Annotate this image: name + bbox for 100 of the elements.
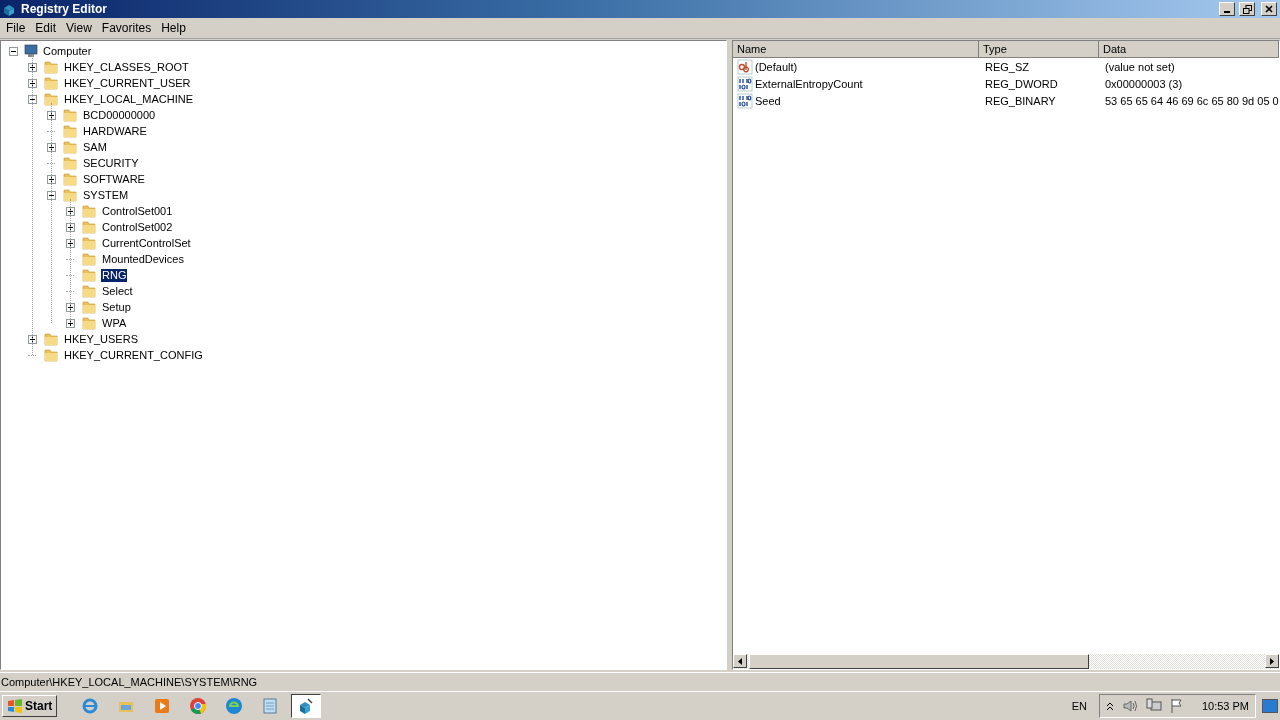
window-title: Registry Editor — [21, 2, 108, 16]
binary-value-icon — [737, 75, 753, 92]
tree-item[interactable]: ControlSet001 — [101, 204, 174, 218]
chrome-icon — [189, 697, 208, 715]
restore-button[interactable] — [1239, 2, 1255, 16]
start-button[interactable]: Start — [2, 695, 58, 717]
folder-icon — [43, 347, 59, 363]
left-arrow-icon — [738, 657, 742, 665]
language-indicator[interactable]: EN — [1071, 700, 1087, 712]
folder-icon — [81, 299, 97, 315]
expand-icon[interactable] — [28, 78, 37, 88]
scroll-left-button[interactable] — [733, 654, 747, 668]
tree-item[interactable]: WPA — [101, 316, 128, 330]
scroll-thumb[interactable] — [749, 654, 1089, 669]
value-type: REG_DWORD — [985, 77, 1058, 90]
chevron-up-icon[interactable] — [1105, 701, 1114, 711]
collapse-icon[interactable] — [47, 190, 56, 200]
scroll-right-button[interactable] — [1265, 654, 1279, 668]
folder-icon — [81, 267, 97, 283]
value-data: 0x00000003 (3) — [1105, 77, 1183, 90]
folder-icon — [43, 59, 59, 75]
tree-item[interactable]: Setup — [101, 300, 132, 314]
value-data: 53 65 65 64 46 69 6c 65 80 9d 05 0 — [1105, 94, 1279, 107]
string-value-icon — [737, 58, 753, 75]
registry-editor-icon — [3, 2, 17, 16]
tree-item[interactable]: HKEY_CLASSES_ROOT — [63, 60, 190, 74]
tree-item[interactable]: HKEY_LOCAL_MACHINE — [63, 92, 194, 106]
collapse-icon[interactable] — [28, 94, 37, 104]
tree-item[interactable]: SOFTWARE — [82, 172, 146, 186]
clock[interactable]: 10:53 PM — [1201, 700, 1249, 712]
tree-item[interactable]: SAM — [82, 140, 108, 154]
tree-item[interactable]: HKEY_CURRENT_CONFIG — [63, 348, 204, 362]
tree-item[interactable]: HKEY_USERS — [63, 332, 139, 346]
column-header[interactable]: Name — [733, 41, 979, 58]
windows-logo-icon — [7, 699, 23, 713]
value-type: REG_BINARY — [985, 94, 1056, 107]
folder-icon — [62, 107, 78, 123]
flag-icon[interactable] — [1169, 698, 1184, 714]
media-player-icon — [153, 697, 172, 715]
notepad-icon — [261, 697, 280, 715]
edge-icon — [225, 697, 244, 715]
value-type: REG_SZ — [985, 60, 1029, 73]
tree-item[interactable]: ControlSet002 — [101, 220, 174, 234]
folder-icon — [81, 315, 97, 331]
tree-item[interactable]: Select — [101, 284, 134, 298]
menu-item[interactable]: View — [61, 21, 97, 35]
folder-icon — [43, 91, 59, 107]
taskbar-app[interactable] — [291, 694, 322, 718]
right-arrow-icon — [1270, 657, 1274, 665]
menu-item[interactable]: Favorites — [96, 21, 157, 35]
tree-item[interactable]: SECURITY — [82, 156, 140, 170]
expand-icon[interactable] — [66, 238, 75, 248]
value-name[interactable]: (Default) — [755, 60, 798, 73]
expand-icon[interactable] — [66, 206, 75, 216]
expand-icon[interactable] — [47, 174, 56, 184]
folder-icon — [62, 187, 78, 203]
expand-icon[interactable] — [66, 222, 75, 232]
menu-item[interactable]: Help — [156, 21, 191, 35]
expand-icon[interactable] — [28, 62, 37, 72]
folder-icon — [62, 155, 78, 171]
folder-icon — [62, 123, 78, 139]
folder-icon — [81, 235, 97, 251]
collapse-icon[interactable] — [9, 46, 18, 56]
menu-item[interactable]: File — [1, 21, 31, 35]
tree-item[interactable]: MountedDevices — [101, 252, 185, 266]
close-icon — [1265, 5, 1273, 13]
tree-item[interactable]: HKEY_CURRENT_USER — [63, 76, 192, 90]
folder-icon — [81, 283, 97, 299]
tree-item[interactable]: BCD00000000 — [82, 108, 157, 122]
expand-icon[interactable] — [47, 110, 56, 120]
minimize-button[interactable] — [1219, 2, 1235, 16]
folder-icon — [43, 75, 59, 91]
speaker-icon[interactable] — [1121, 699, 1138, 713]
tree-item[interactable]: CurrentControlSet — [101, 236, 192, 250]
tree-item[interactable]: RNG — [101, 268, 128, 282]
computer-icon — [24, 44, 38, 58]
expand-icon[interactable] — [66, 302, 75, 312]
tree-item[interactable]: Computer — [42, 44, 93, 58]
menu-item[interactable]: Edit — [30, 21, 62, 35]
value-name[interactable]: Seed — [755, 94, 781, 107]
expand-icon[interactable] — [47, 142, 56, 152]
expand-icon[interactable] — [66, 318, 75, 328]
status-path: Computer\HKEY_LOCAL_MACHINE\SYSTEM\RNG — [1, 676, 258, 688]
close-button[interactable] — [1261, 2, 1277, 16]
binary-value-icon — [737, 92, 753, 109]
expand-icon[interactable] — [28, 334, 37, 344]
folder-icon — [62, 171, 78, 187]
folder-icon — [62, 139, 78, 155]
value-name[interactable]: ExternalEntropyCount — [755, 77, 863, 90]
horizontal-scrollbar[interactable] — [733, 654, 1279, 669]
column-header[interactable]: Data — [1099, 41, 1279, 58]
tree-item[interactable]: HARDWARE — [82, 124, 148, 138]
folder-icon — [81, 203, 97, 219]
column-header[interactable]: Type — [979, 41, 1099, 58]
value-data: (value not set) — [1105, 60, 1175, 73]
browser-icon — [81, 697, 100, 715]
network-icon[interactable] — [1145, 698, 1162, 714]
folder-icon — [43, 331, 59, 347]
tree-item[interactable]: SYSTEM — [82, 188, 130, 202]
folder-icon — [81, 251, 97, 267]
